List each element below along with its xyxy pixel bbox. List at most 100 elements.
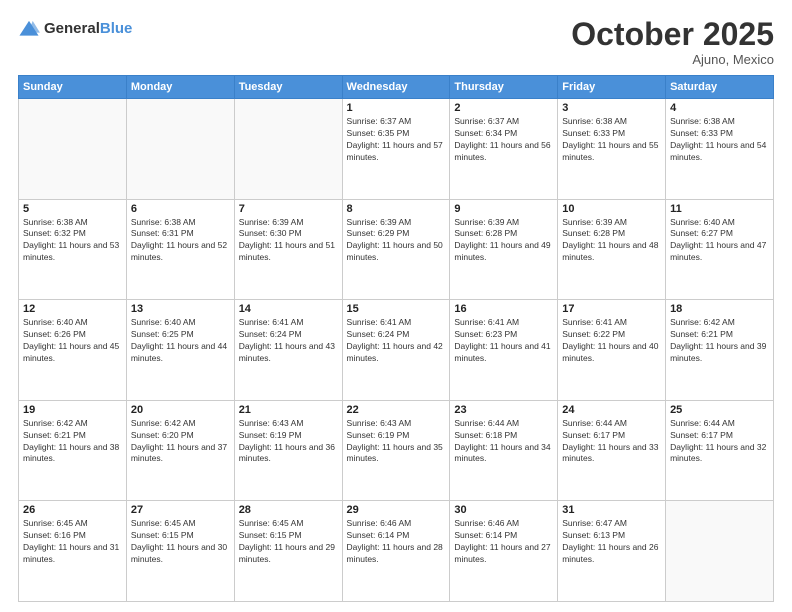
day-number: 10 [562,203,661,215]
day-info: Sunrise: 6:42 AM Sunset: 6:20 PM Dayligh… [131,418,230,466]
header-right: October 2025 Ajuno, Mexico [571,18,774,67]
calendar-cell: 25Sunrise: 6:44 AM Sunset: 6:17 PM Dayli… [666,400,774,501]
calendar-cell: 9 Sunrise: 6:39 AM Sunset: 6:28 PM Daylig… [450,199,558,300]
calendar-cell: 12 Sunrise: 6:40 AM Sunset: 6:26 PM Dayli… [19,300,127,401]
day-number: 9 [454,203,553,215]
calendar-cell: 27 Sunrise: 6:45 AM Sunset: 6:15 PM Dayli… [126,501,234,602]
day-number: 20 [131,404,230,416]
calendar-cell [666,501,774,602]
day-info: Sunrise: 6:39 AM Sunset: 6:28 PM Dayligh… [562,217,661,265]
day-info: Sunrise: 6:39 AM Sunset: 6:29 PM Dayligh… [347,217,446,265]
day-number: 4 [670,102,769,114]
calendar-row: 19 Sunrise: 6:42 AM Sunset: 6:21 PM Dayli… [19,400,774,501]
col-saturday: Saturday [666,76,774,99]
calendar-header: Sunday Monday Tuesday Wednesday Thursday… [19,76,774,99]
calendar-cell [234,99,342,200]
day-number: 15 [347,303,446,315]
calendar-cell: 21Sunrise: 6:43 AM Sunset: 6:19 PM Dayli… [234,400,342,501]
calendar-body: 1 Sunrise: 6:37 AM Sunset: 6:35 PM Daylig… [19,99,774,602]
day-number: 19 [23,404,122,416]
day-info: Sunrise: 6:38 AM Sunset: 6:33 PM Dayligh… [562,116,661,164]
logo-icon [18,18,40,40]
day-number: 30 [454,504,553,516]
calendar-cell: 10 Sunrise: 6:39 AM Sunset: 6:28 PM Dayli… [558,199,666,300]
calendar-cell: 2 Sunrise: 6:37 AM Sunset: 6:34 PM Daylig… [450,99,558,200]
calendar-cell: 16 Sunrise: 6:41 AM Sunset: 6:23 PM Dayli… [450,300,558,401]
day-info: Sunrise: 6:37 AM Sunset: 6:35 PM Dayligh… [347,116,446,164]
calendar-cell: 22 Sunrise: 6:43 AM Sunset: 6:19 PM Dayli… [342,400,450,501]
day-number: 12 [23,303,122,315]
calendar-cell: 17Sunrise: 6:41 AM Sunset: 6:22 PM Dayli… [558,300,666,401]
calendar-row: 1 Sunrise: 6:37 AM Sunset: 6:35 PM Daylig… [19,99,774,200]
calendar-cell: 20 Sunrise: 6:42 AM Sunset: 6:20 PM Dayli… [126,400,234,501]
calendar-cell: 18Sunrise: 6:42 AM Sunset: 6:21 PM Dayli… [666,300,774,401]
day-number: 31 [562,504,661,516]
calendar-cell: 1 Sunrise: 6:37 AM Sunset: 6:35 PM Daylig… [342,99,450,200]
calendar-cell [19,99,127,200]
day-info: Sunrise: 6:40 AM Sunset: 6:25 PM Dayligh… [131,317,230,365]
calendar-row: 12 Sunrise: 6:40 AM Sunset: 6:26 PM Dayli… [19,300,774,401]
day-info: Sunrise: 6:39 AM Sunset: 6:28 PM Dayligh… [454,217,553,265]
calendar-cell: 24 Sunrise: 6:44 AM Sunset: 6:17 PM Dayli… [558,400,666,501]
logo-text-general: General [44,20,100,37]
day-number: 26 [23,504,122,516]
col-tuesday: Tuesday [234,76,342,99]
day-info: Sunrise: 6:42 AM Sunset: 6:21 PM Dayligh… [670,317,769,365]
day-number: 23 [454,404,553,416]
calendar-cell: 30 Sunrise: 6:46 AM Sunset: 6:14 PM Dayli… [450,501,558,602]
col-monday: Monday [126,76,234,99]
day-number: 25 [670,404,769,416]
calendar-table: Sunday Monday Tuesday Wednesday Thursday… [18,75,774,602]
day-info: Sunrise: 6:41 AM Sunset: 6:23 PM Dayligh… [454,317,553,365]
day-info: Sunrise: 6:47 AM Sunset: 6:13 PM Dayligh… [562,518,661,566]
col-friday: Friday [558,76,666,99]
calendar-cell: 19 Sunrise: 6:42 AM Sunset: 6:21 PM Dayli… [19,400,127,501]
calendar-cell: 6Sunrise: 6:38 AM Sunset: 6:31 PM Daylig… [126,199,234,300]
calendar-cell: 23 Sunrise: 6:44 AM Sunset: 6:18 PM Dayli… [450,400,558,501]
day-info: Sunrise: 6:41 AM Sunset: 6:22 PM Dayligh… [562,317,661,365]
day-info: Sunrise: 6:38 AM Sunset: 6:31 PM Dayligh… [131,217,230,265]
day-number: 2 [454,102,553,114]
day-info: Sunrise: 6:42 AM Sunset: 6:21 PM Dayligh… [23,418,122,466]
day-info: Sunrise: 6:38 AM Sunset: 6:33 PM Dayligh… [670,116,769,164]
day-number: 7 [239,203,338,215]
day-number: 28 [239,504,338,516]
calendar-cell: 7 Sunrise: 6:39 AM Sunset: 6:30 PM Daylig… [234,199,342,300]
day-info: Sunrise: 6:43 AM Sunset: 6:19 PM Dayligh… [239,418,338,466]
calendar-cell: 5Sunrise: 6:38 AM Sunset: 6:32 PM Daylig… [19,199,127,300]
calendar-cell: 26 Sunrise: 6:45 AM Sunset: 6:16 PM Dayli… [19,501,127,602]
calendar-cell: 8Sunrise: 6:39 AM Sunset: 6:29 PM Daylig… [342,199,450,300]
calendar-cell: 3 Sunrise: 6:38 AM Sunset: 6:33 PM Daylig… [558,99,666,200]
col-thursday: Thursday [450,76,558,99]
day-number: 14 [239,303,338,315]
calendar-cell: 11Sunrise: 6:40 AM Sunset: 6:27 PM Dayli… [666,199,774,300]
day-info: Sunrise: 6:43 AM Sunset: 6:19 PM Dayligh… [347,418,446,466]
month-title: October 2025 [571,18,774,50]
day-info: Sunrise: 6:41 AM Sunset: 6:24 PM Dayligh… [239,317,338,365]
col-sunday: Sunday [19,76,127,99]
logo: GeneralBlue [18,18,132,40]
day-info: Sunrise: 6:40 AM Sunset: 6:27 PM Dayligh… [670,217,769,265]
header-row: Sunday Monday Tuesday Wednesday Thursday… [19,76,774,99]
day-info: Sunrise: 6:45 AM Sunset: 6:16 PM Dayligh… [23,518,122,566]
day-info: Sunrise: 6:44 AM Sunset: 6:18 PM Dayligh… [454,418,553,466]
day-info: Sunrise: 6:38 AM Sunset: 6:32 PM Dayligh… [23,217,122,265]
day-info: Sunrise: 6:46 AM Sunset: 6:14 PM Dayligh… [347,518,446,566]
day-number: 27 [131,504,230,516]
day-info: Sunrise: 6:37 AM Sunset: 6:34 PM Dayligh… [454,116,553,164]
day-number: 22 [347,404,446,416]
location: Ajuno, Mexico [571,52,774,67]
day-number: 24 [562,404,661,416]
calendar-cell: 14 Sunrise: 6:41 AM Sunset: 6:24 PM Dayli… [234,300,342,401]
day-info: Sunrise: 6:41 AM Sunset: 6:24 PM Dayligh… [347,317,446,365]
day-info: Sunrise: 6:46 AM Sunset: 6:14 PM Dayligh… [454,518,553,566]
day-number: 3 [562,102,661,114]
day-info: Sunrise: 6:40 AM Sunset: 6:26 PM Dayligh… [23,317,122,365]
day-info: Sunrise: 6:44 AM Sunset: 6:17 PM Dayligh… [562,418,661,466]
day-info: Sunrise: 6:39 AM Sunset: 6:30 PM Dayligh… [239,217,338,265]
col-wednesday: Wednesday [342,76,450,99]
calendar-page: GeneralBlue October 2025 Ajuno, Mexico S… [0,0,792,612]
day-info: Sunrise: 6:45 AM Sunset: 6:15 PM Dayligh… [131,518,230,566]
day-number: 16 [454,303,553,315]
day-number: 1 [347,102,446,114]
